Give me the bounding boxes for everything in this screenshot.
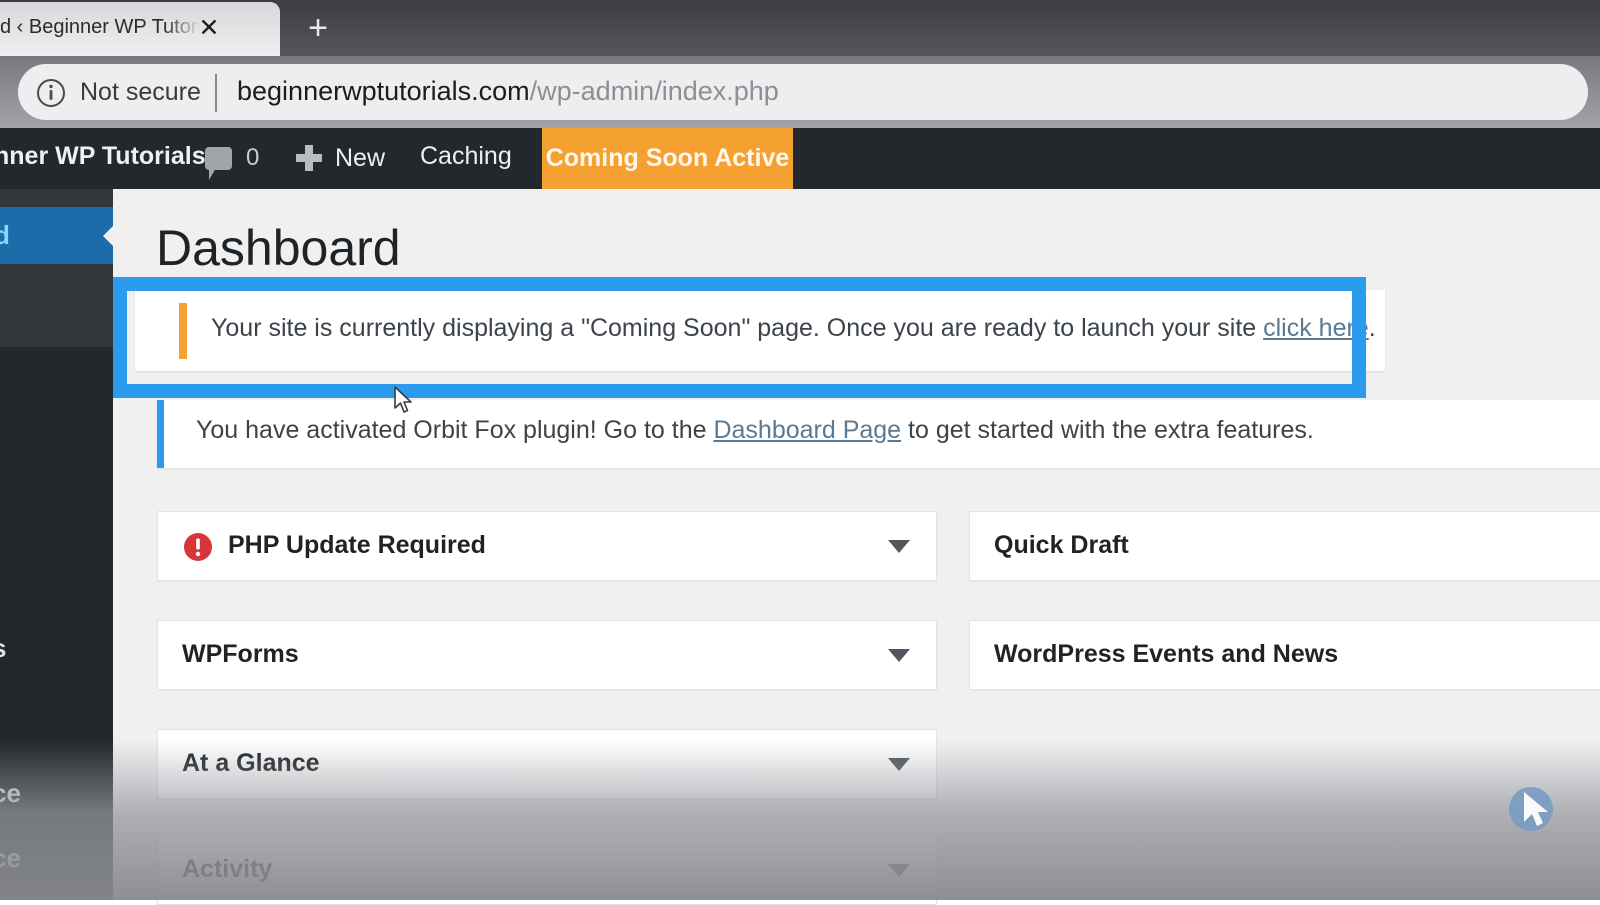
adminbar-comments[interactable]: 0 bbox=[205, 142, 260, 180]
page-title: Dashboard bbox=[156, 220, 401, 276]
dashboard-column-right: Quick Draft WordPress Events and News bbox=[969, 511, 1600, 729]
chevron-down-icon[interactable] bbox=[888, 864, 910, 877]
chevron-down-icon[interactable] bbox=[888, 758, 910, 771]
widget-at-a-glance[interactable]: At a Glance bbox=[157, 729, 937, 799]
sidebar-item-2[interactable]: ce bbox=[0, 778, 21, 809]
comment-bubble-icon bbox=[205, 146, 232, 180]
widget-title: PHP Update Required bbox=[228, 531, 486, 559]
notice-orbit-fox: You have activated Orbit Fox plugin! Go … bbox=[157, 400, 1600, 468]
address-url-host: beginnerwptutorials.com bbox=[237, 76, 530, 106]
browser-chrome: d ‹ Beginner WP Tutoria ✕ + Not secure b… bbox=[0, 0, 1600, 128]
chevron-down-icon[interactable] bbox=[888, 540, 910, 553]
dashboard-column-left: PHP Update Required WPForms At a Glance bbox=[157, 511, 937, 838]
dashboard-content: Dashboard Your site is currently display… bbox=[113, 189, 1600, 905]
address-url[interactable]: beginnerwptutorials.com/wp-admin/index.p… bbox=[237, 76, 779, 110]
close-icon[interactable]: ✕ bbox=[196, 16, 222, 42]
sidebar-item-3[interactable]: ce bbox=[0, 843, 21, 874]
notice-orbit-fox-text-after: to get started with the extra features. bbox=[901, 416, 1314, 444]
notice-accent-bar bbox=[179, 303, 187, 359]
widget-activity[interactable]: Activity bbox=[157, 835, 937, 905]
security-status-label: Not secure bbox=[80, 78, 201, 106]
error-circle-icon bbox=[183, 532, 213, 562]
wp-admin-bar: nner WP Tutorials 0 New Caching bbox=[0, 128, 1600, 189]
plus-icon bbox=[296, 145, 322, 171]
notice-coming-soon-text-after: . bbox=[1368, 314, 1376, 342]
notice-orbit-fox-text: You have activated Orbit Fox plugin! Go … bbox=[196, 416, 1314, 450]
notice-orbit-fox-text-before: You have activated Orbit Fox plugin! Go … bbox=[196, 416, 714, 444]
adminbar-site-name[interactable]: nner WP Tutorials bbox=[0, 142, 206, 174]
sidebar-submenu[interactable] bbox=[0, 264, 113, 347]
widget-title: Quick Draft bbox=[994, 531, 1129, 559]
adminbar-coming-soon-label: Coming Soon Active bbox=[545, 144, 790, 172]
widget-title: Activity bbox=[182, 855, 273, 883]
notice-coming-soon-text-before: Your site is currently displaying a "Com… bbox=[211, 314, 1264, 342]
wp-admin-sidebar: d s ce ce bbox=[0, 189, 113, 900]
browser-tabstrip: d ‹ Beginner WP Tutoria ✕ + bbox=[0, 0, 1600, 56]
adminbar-new-button[interactable]: New bbox=[296, 141, 385, 175]
sidebar-item-1[interactable]: s bbox=[0, 633, 6, 664]
address-url-path: /wp-admin/index.php bbox=[529, 76, 779, 106]
notice-coming-soon-text: Your site is currently displaying a "Com… bbox=[211, 314, 1376, 348]
sidebar-item-dashboard-label: d bbox=[0, 220, 10, 250]
notice-orbit-fox-link[interactable]: Dashboard Page bbox=[713, 416, 901, 444]
adminbar-caching-button[interactable]: Caching bbox=[420, 142, 512, 174]
widget-wpforms[interactable]: WPForms bbox=[157, 620, 937, 690]
info-circle-icon[interactable] bbox=[36, 78, 66, 108]
adminbar-comment-count: 0 bbox=[246, 144, 260, 171]
new-tab-icon[interactable]: + bbox=[300, 11, 336, 46]
widget-quick-draft[interactable]: Quick Draft bbox=[969, 511, 1600, 581]
address-divider bbox=[215, 74, 217, 112]
sidebar-active-arrow-icon bbox=[95, 207, 113, 264]
widget-php-update-required[interactable]: PHP Update Required bbox=[157, 511, 937, 581]
notice-coming-soon: Your site is currently displaying a "Com… bbox=[135, 290, 1385, 371]
adminbar-new-label: New bbox=[335, 143, 386, 172]
browser-tab-active[interactable]: d ‹ Beginner WP Tutoria ✕ bbox=[0, 2, 280, 56]
widget-wordpress-events-and-news[interactable]: WordPress Events and News bbox=[969, 620, 1600, 690]
sidebar-top-spacer bbox=[0, 189, 113, 207]
notice-coming-soon-link[interactable]: click here bbox=[1263, 314, 1369, 342]
adminbar-coming-soon-badge[interactable]: Coming Soon Active bbox=[542, 128, 793, 189]
chevron-down-icon[interactable] bbox=[888, 649, 910, 662]
widget-title: At a Glance bbox=[182, 749, 320, 777]
browser-tab-title: d ‹ Beginner WP Tutoria bbox=[0, 16, 200, 38]
widget-title: WPForms bbox=[182, 640, 299, 668]
widget-title: WordPress Events and News bbox=[994, 640, 1339, 668]
